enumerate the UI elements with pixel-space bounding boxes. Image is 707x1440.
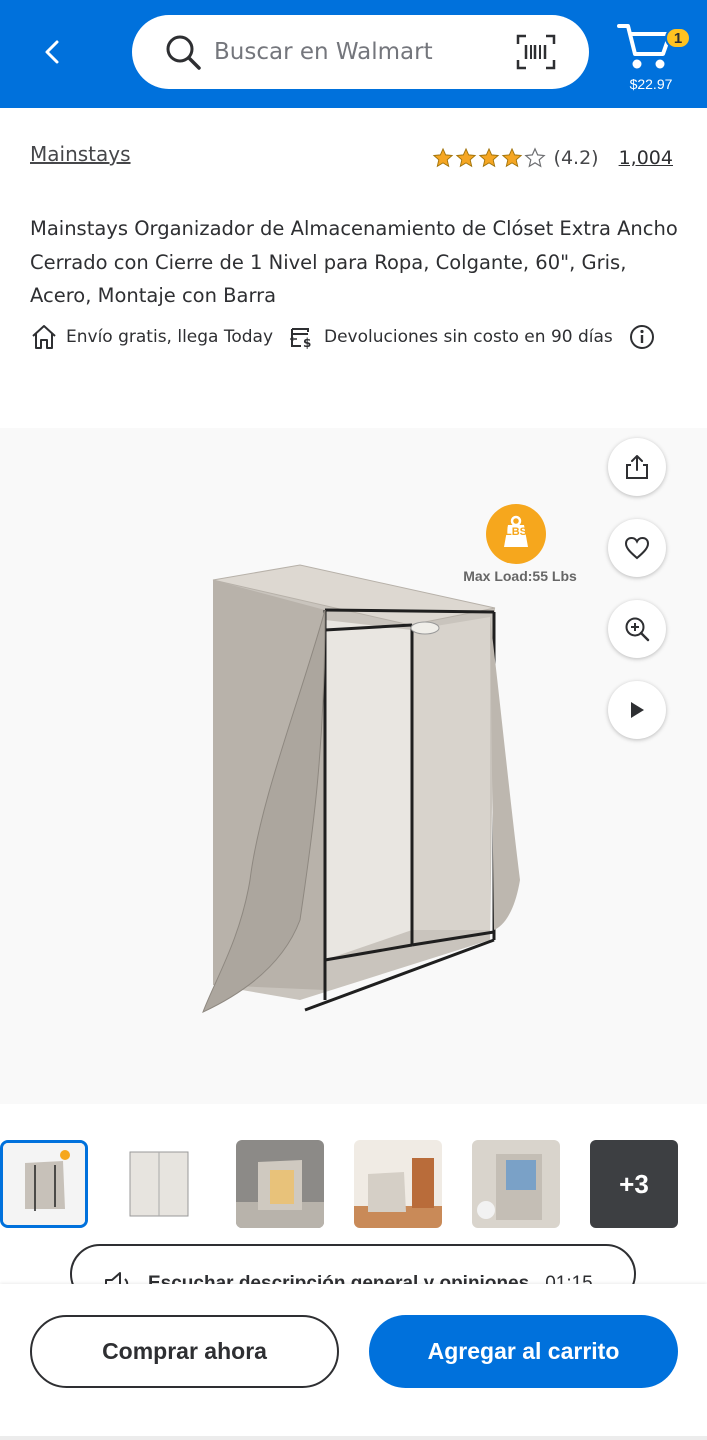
search-icon [166, 35, 201, 70]
play-icon [631, 702, 644, 718]
share-icon [626, 455, 648, 479]
top-header: 1 $22.97 [0, 0, 707, 108]
home-icon [32, 325, 56, 349]
buy-now-button[interactable]: Comprar ahora [30, 1315, 339, 1388]
cart-total: $22.97 [629, 76, 673, 92]
rating-value: (4.2) [553, 147, 599, 169]
star-icon [501, 147, 522, 168]
svg-text:$: $ [303, 336, 311, 350]
star-icon [478, 147, 499, 168]
bottom-divider [0, 1436, 707, 1440]
bottom-action-bar: Comprar ahora Agregar al carrito [0, 1284, 707, 1440]
add-to-cart-button[interactable]: Agregar al carrito [369, 1315, 678, 1388]
review-count-link[interactable]: 1,004 [619, 147, 673, 169]
thumbnail-4[interactable] [354, 1140, 442, 1228]
shipping-info: Envío gratis, llega Today [30, 323, 288, 351]
product-title: Mainstays Organizador de Almacenamiento … [30, 217, 678, 307]
info-icon[interactable] [629, 324, 655, 350]
max-load-text: Max Load:55 Lbs [463, 568, 577, 584]
heart-icon [624, 536, 650, 560]
play-video-button[interactable] [608, 681, 666, 739]
shipping-text: Envío gratis, llega Today [66, 327, 274, 347]
thumbnail-more[interactable]: +3 [590, 1140, 678, 1228]
star-icon [455, 147, 476, 168]
thumbnail-strip: +3 [0, 1140, 707, 1230]
returns-info: $ Devoluciones sin costo en 90 días [288, 323, 663, 351]
favorite-button[interactable] [608, 519, 666, 577]
rating-summary[interactable]: (4.2) 1,004 [432, 147, 673, 169]
search-bar[interactable] [132, 15, 589, 89]
zoom-icon [625, 617, 650, 642]
search-input[interactable] [214, 33, 504, 71]
cart-count-badge: 1 [665, 27, 691, 49]
brand-link[interactable]: Mainstays [30, 142, 131, 166]
fulfillment-info: Envío gratis, llega Today $ Devoluciones… [30, 320, 680, 354]
product-image-area[interactable] [0, 428, 707, 1104]
more-thumbnails-count: +3 [619, 1168, 649, 1199]
cart-icon [617, 24, 672, 69]
back-arrow-icon [45, 40, 59, 64]
returns-icon: $ [289, 328, 311, 350]
star-icon [523, 147, 546, 168]
thumbnail-3[interactable] [236, 1140, 324, 1228]
star-icon [432, 147, 453, 168]
thumbnail-2[interactable] [118, 1140, 206, 1228]
barcode-icon[interactable] [516, 34, 556, 70]
returns-text: Devoluciones sin costo en 90 días [324, 327, 613, 347]
thumbnail-5[interactable] [472, 1140, 560, 1228]
weight-badge-label: LBS [505, 526, 527, 538]
star-rating [432, 147, 546, 169]
share-button[interactable] [608, 438, 666, 496]
thumbnail-1[interactable] [0, 1140, 88, 1228]
zoom-button[interactable] [608, 600, 666, 658]
product-image [202, 564, 520, 1013]
cart-button[interactable]: 1 $22.97 [615, 18, 695, 98]
back-button[interactable] [30, 30, 74, 74]
